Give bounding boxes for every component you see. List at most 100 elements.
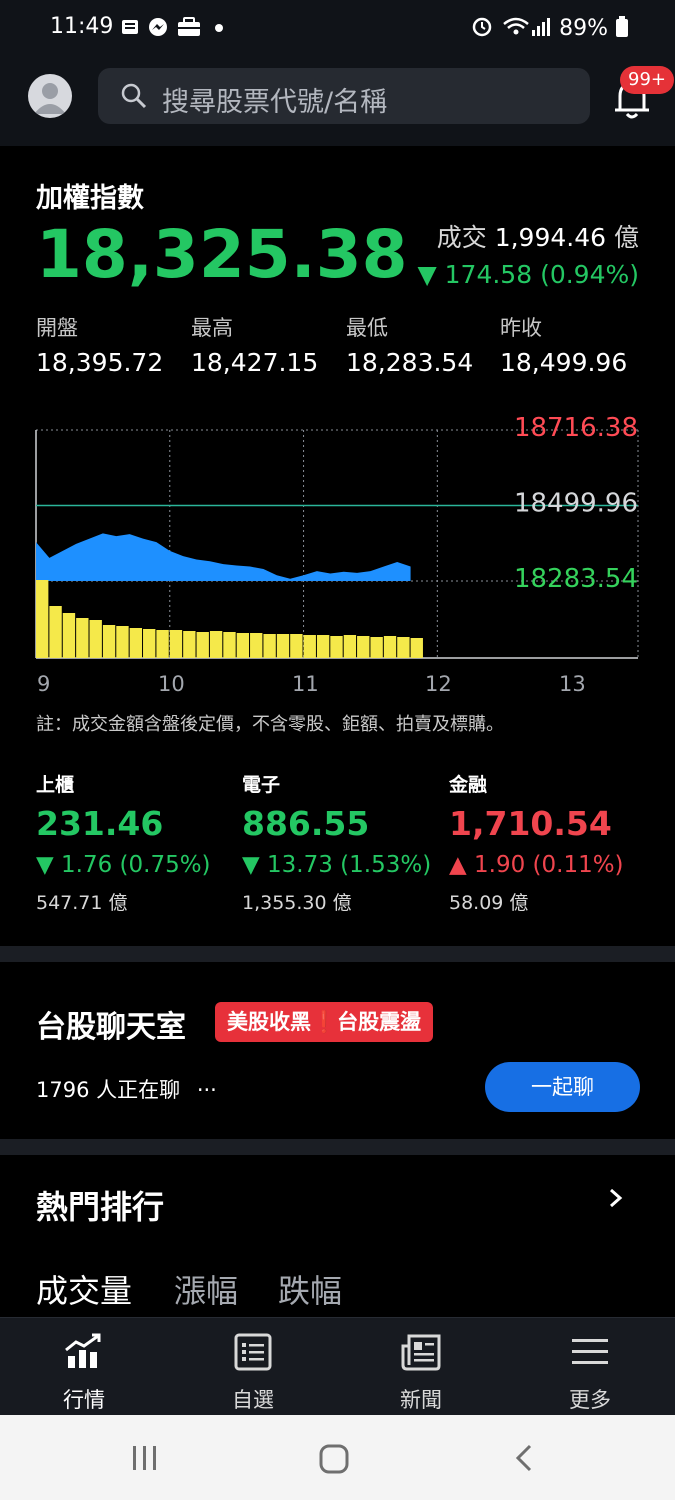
volume-bar (290, 634, 303, 658)
volume-bar (89, 620, 102, 658)
intraday-chart[interactable]: 18716.38 18499.96 18283.54 (34, 400, 642, 662)
chatroom-online: 1796 人正在聊 ··· (36, 1074, 217, 1104)
volume-bar (76, 618, 89, 658)
volume-bar (357, 636, 370, 658)
avatar[interactable] (28, 74, 72, 118)
status-time: 11:49 (50, 14, 114, 39)
chart-icon (65, 1333, 101, 1368)
volume-bar (196, 632, 209, 658)
market-amount: 58.09 億 (449, 892, 529, 914)
market-amount: 547.71 億 (36, 892, 128, 914)
chatroom-topic-tag[interactable]: 美股收黑❗台股震盪 (215, 1002, 434, 1042)
volume-bar (276, 634, 290, 658)
market-title: 金融 (449, 774, 488, 796)
nav-label: 更多 (569, 1388, 611, 1412)
system-navigation-bar (0, 1415, 675, 1500)
ohlc-value-low: 18,283.54 (346, 348, 474, 377)
recent-apps-icon[interactable] (130, 1443, 160, 1473)
chevron-right-icon[interactable] (606, 1188, 626, 1208)
home-icon[interactable] (318, 1443, 350, 1475)
status-bar: 11:49 89% (0, 0, 675, 58)
volume-bar (236, 633, 250, 658)
y-tick-label: 18499.96 (514, 489, 638, 519)
volume-bar (223, 632, 236, 658)
y-tick-label: 18716.38 (514, 413, 638, 443)
nav-label: 行情 (63, 1388, 105, 1412)
tab-volume[interactable]: 成交量 (36, 1266, 132, 1312)
volume-bar (143, 629, 156, 658)
volume-bar (116, 626, 129, 658)
volume-bar (36, 580, 49, 658)
search-input[interactable]: 搜尋股票代號/名稱 (98, 68, 590, 124)
nav-more[interactable]: 更多 (530, 1332, 650, 1412)
volume-bar (209, 631, 223, 658)
x-tick-label: 13 (559, 672, 586, 696)
x-tick-label: 12 (425, 672, 452, 696)
market-amount: 1,355.30 億 (242, 892, 352, 914)
nav-label: 新聞 (400, 1388, 442, 1412)
price-area (36, 533, 411, 581)
nav-market[interactable]: 行情 (24, 1332, 144, 1412)
index-price: 18,325.38 (36, 216, 408, 293)
volume-bar (49, 606, 62, 658)
nav-watchlist[interactable]: 自選 (193, 1332, 313, 1412)
status-notification-icons (122, 17, 223, 36)
x-tick-label: 9 (37, 672, 51, 696)
volume-bar (169, 630, 183, 658)
volume-bar (263, 634, 276, 658)
market-value[interactable]: 1,710.54 (449, 804, 612, 843)
ranking-title: 熱門排行 (36, 1188, 165, 1226)
chart-note: 註：成交金額含盤後定價，不含零股、鉅額、拍賣及標購。 (36, 714, 504, 735)
market-change: ▼ 1.76 (0.75%) (36, 852, 211, 878)
battery-icon (616, 16, 628, 37)
notification-badge: 99+ (620, 66, 674, 94)
search-icon (121, 83, 147, 109)
more-icon: ··· (196, 1078, 217, 1102)
ohlc-label-low: 最低 (346, 316, 388, 340)
bottom-nav: 行情 自選 新聞 更多 (0, 1317, 675, 1416)
battery-percent: 89% (559, 16, 608, 41)
volume-bar (156, 630, 169, 658)
notification-icons (118, 16, 238, 45)
nav-news[interactable]: 新聞 (361, 1332, 481, 1412)
volume-bar (303, 635, 316, 658)
volume-bar (383, 636, 397, 658)
volume-label: 成交 (436, 223, 487, 252)
ohlc-value-prev: 18,499.96 (500, 348, 628, 377)
market-title: 電子 (242, 774, 281, 796)
market-change: ▼ 13.73 (1.53%) (242, 852, 432, 878)
market-value[interactable]: 886.55 (242, 804, 369, 843)
market-value[interactable]: 231.46 (36, 804, 163, 843)
search-placeholder: 搜尋股票代號/名稱 (162, 87, 388, 118)
volume-bar (370, 637, 383, 658)
ohlc-label-open: 開盤 (36, 316, 78, 340)
index-change: ▼ 174.58 (0.94%) (417, 260, 639, 289)
volume-bar (397, 637, 410, 658)
ohlc-label-prev: 昨收 (500, 316, 542, 340)
status-right: 89% (470, 14, 629, 41)
ohlc-value-high: 18,427.15 (191, 348, 319, 377)
volume-unit: 億 (613, 223, 639, 252)
volume-bar (183, 631, 196, 658)
volume-bar (330, 636, 343, 658)
index-title: 加權指數 (36, 183, 144, 214)
list-icon (234, 1333, 272, 1371)
menu-icon (572, 1339, 608, 1364)
online-count: 1796 人正在聊 (36, 1078, 181, 1102)
volume-bar (316, 635, 330, 658)
volume-bar (102, 625, 116, 658)
market-title: 上櫃 (36, 774, 75, 796)
x-tick-label: 11 (292, 672, 319, 696)
volume-bar (343, 635, 357, 658)
ohlc-label-high: 最高 (191, 316, 233, 340)
volume-value: 1,994.46 (494, 223, 607, 252)
tab-losers[interactable]: 跌幅 (278, 1266, 342, 1312)
back-icon[interactable] (510, 1443, 540, 1473)
user-avatar-icon (34, 83, 66, 114)
y-tick-label: 18283.54 (514, 564, 638, 594)
tab-gainers[interactable]: 漲幅 (174, 1266, 238, 1312)
section-divider (0, 946, 675, 962)
ohlc-value-open: 18,395.72 (36, 348, 164, 377)
join-chat-button[interactable]: 一起聊 (485, 1062, 640, 1112)
index-volume: 成交 1,994.46 億 (437, 218, 639, 254)
